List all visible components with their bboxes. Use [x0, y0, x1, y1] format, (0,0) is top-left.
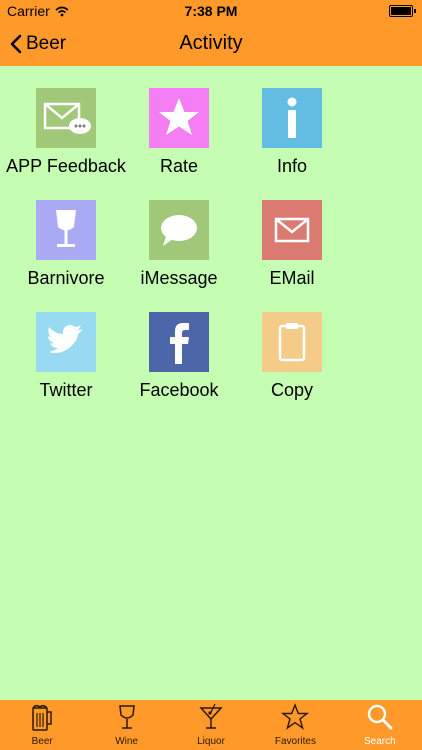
- tab-liquor[interactable]: Liquor: [169, 700, 253, 750]
- cocktail-icon: [196, 700, 226, 734]
- tab-favorites[interactable]: Favorites: [253, 700, 337, 750]
- tab-bar: Beer Wine Liquor Favorites Search: [0, 700, 422, 750]
- tile-twitter[interactable]: Twitter: [11, 312, 121, 417]
- feedback-icon: [36, 88, 96, 148]
- tile-label: Copy: [270, 380, 314, 400]
- tile-label: Info: [276, 156, 308, 176]
- tab-beer[interactable]: Beer: [0, 700, 84, 750]
- tab-label: Liquor: [197, 736, 225, 747]
- facebook-icon: [149, 312, 209, 372]
- tab-label: Search: [363, 736, 396, 747]
- tile-facebook[interactable]: Facebook: [124, 312, 234, 417]
- tile-label: EMail: [269, 268, 315, 288]
- tab-search[interactable]: Search: [338, 700, 422, 750]
- wine-glass-icon: [112, 700, 142, 734]
- star-icon: [149, 88, 209, 148]
- tab-label: Beer: [31, 736, 53, 747]
- wine-glass-icon: [36, 200, 96, 260]
- tab-label: Wine: [115, 736, 138, 747]
- tile-label: Rate: [159, 156, 199, 176]
- top-bar: Carrier 7:38 PM Beer Activity: [0, 0, 422, 66]
- tile-imessage[interactable]: iMessage: [124, 200, 234, 305]
- battery-icon: [389, 5, 416, 17]
- twitter-bird-icon: [36, 312, 96, 372]
- tile-label: Facebook: [139, 380, 219, 400]
- tile-barnivore[interactable]: Barnivore: [11, 200, 121, 305]
- chat-bubble-icon: [149, 200, 209, 260]
- beer-mug-icon: [27, 700, 57, 734]
- tile-label: Barnivore: [27, 268, 105, 288]
- info-icon: [262, 88, 322, 148]
- tile-app-feedback[interactable]: APP Feedback: [6, 88, 126, 193]
- tile-label: Twitter: [39, 380, 93, 400]
- tile-rate[interactable]: Rate: [124, 88, 234, 193]
- tile-email[interactable]: EMail: [237, 200, 347, 305]
- tile-label: APP Feedback: [6, 156, 126, 176]
- nav-bar: Beer Activity: [0, 22, 422, 66]
- tile-label: iMessage: [140, 268, 218, 288]
- status-time: 7:38 PM: [184, 3, 238, 19]
- status-bar: Carrier 7:38 PM: [0, 0, 422, 22]
- tab-wine[interactable]: Wine: [84, 700, 168, 750]
- tile-info[interactable]: Info: [237, 88, 347, 193]
- tab-label: Favorites: [274, 736, 316, 747]
- envelope-icon: [262, 200, 322, 260]
- star-outline-icon: [280, 700, 310, 734]
- tile-copy[interactable]: Copy: [237, 312, 347, 417]
- search-icon: [365, 700, 395, 734]
- clipboard-icon: [262, 312, 322, 372]
- page-title: Activity: [179, 32, 243, 54]
